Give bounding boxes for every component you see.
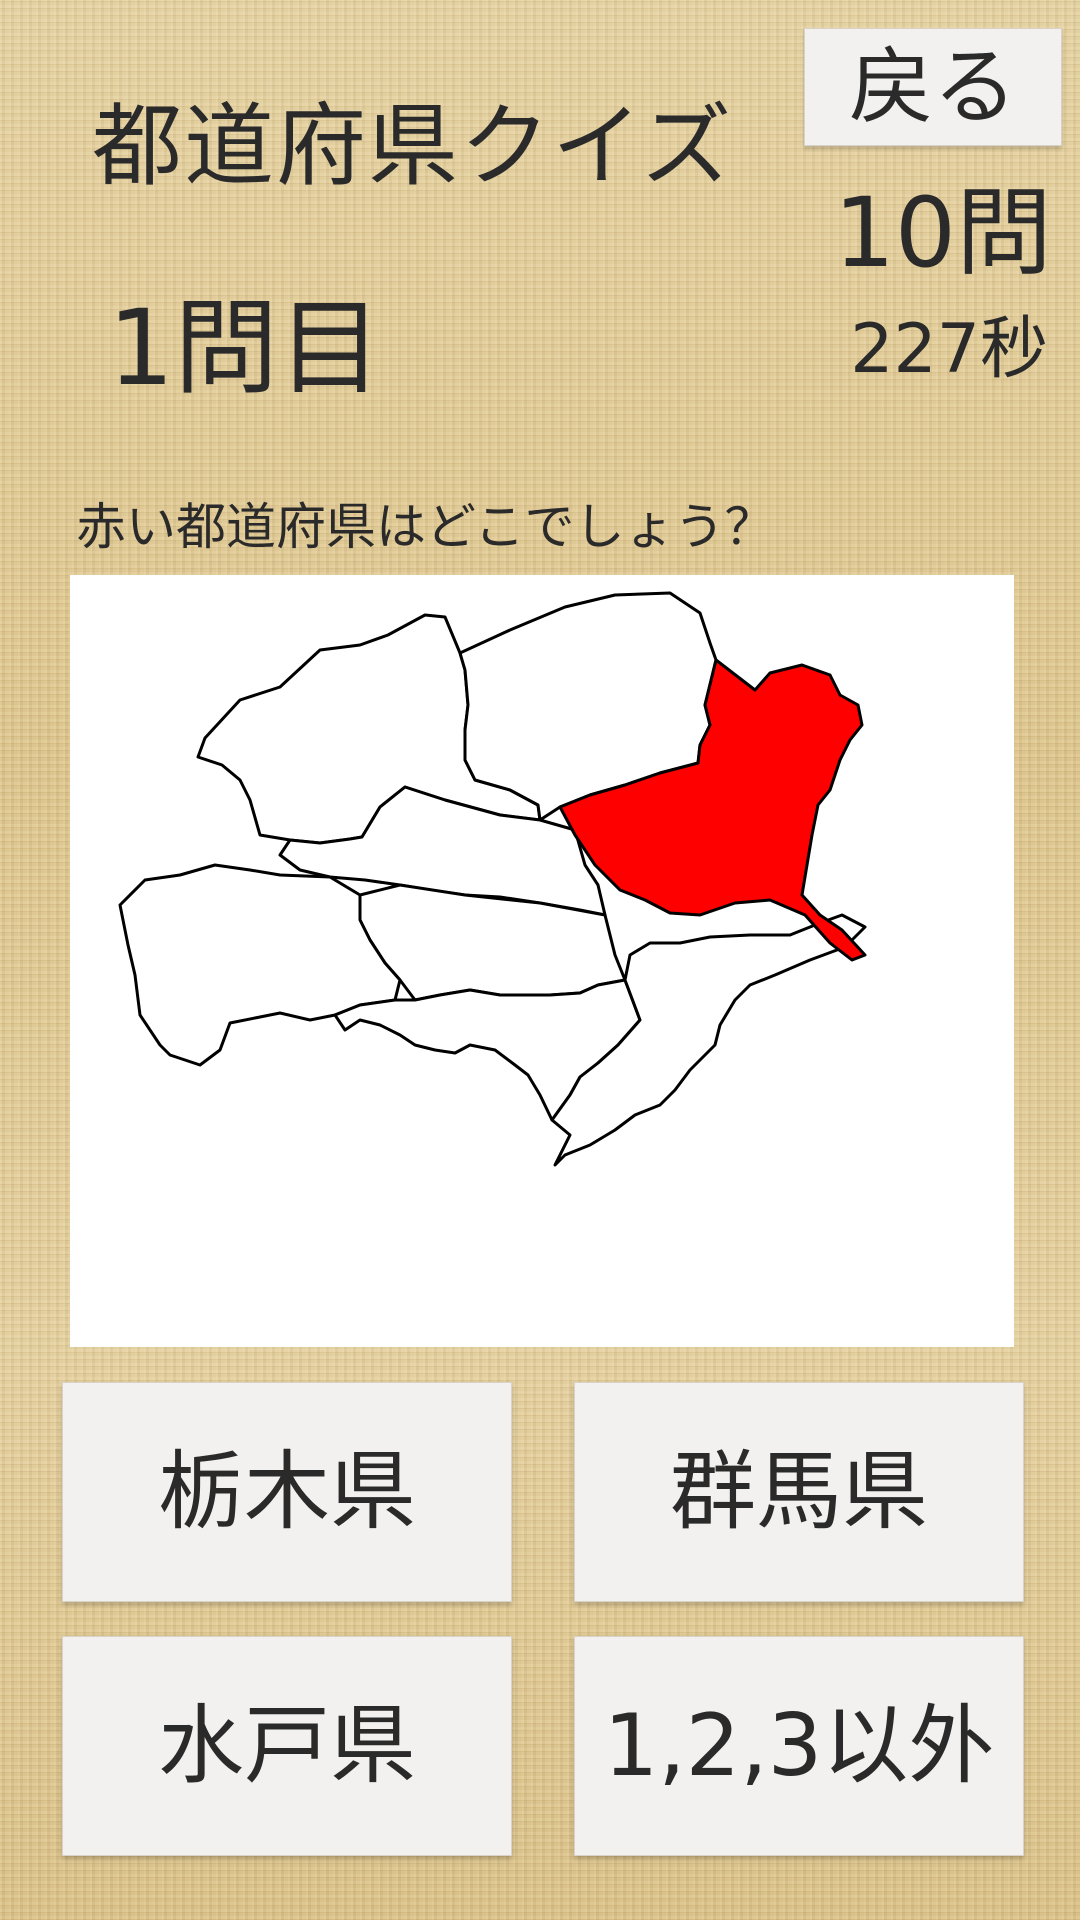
answer-button-3[interactable]: 水戸県	[62, 1636, 512, 1856]
map-region-yamanashi	[118, 863, 402, 1067]
answer-button-1[interactable]: 栃木県	[62, 1382, 512, 1602]
map-panel	[70, 575, 1014, 1347]
answer-button-2[interactable]: 群馬県	[574, 1382, 1024, 1602]
quiz-title: 都道府県クイズ	[92, 94, 734, 199]
kanto-map	[118, 591, 867, 1167]
total-questions: 10問	[833, 177, 1052, 289]
back-button[interactable]: 戻る	[804, 28, 1062, 146]
timer: 227秒	[850, 310, 1048, 389]
answer-button-4[interactable]: 1,2,3以外	[574, 1636, 1024, 1856]
question-number: 1問目	[108, 287, 383, 409]
question-prompt: 赤い都道府県はどこでしょう？	[76, 498, 775, 556]
